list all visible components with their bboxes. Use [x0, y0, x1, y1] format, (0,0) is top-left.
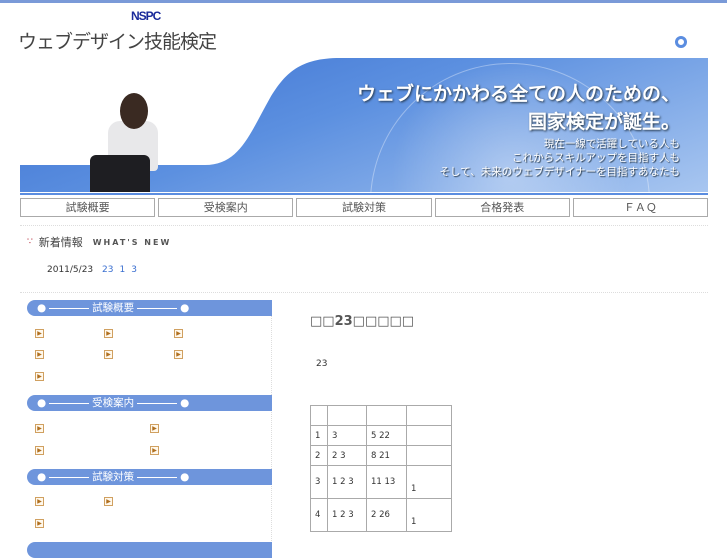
section-next[interactable]: [27, 542, 272, 558]
table-row: 31 2 3 11 13 1: [310, 465, 452, 499]
circle-icon: [675, 36, 687, 48]
table-row: 41 2 32 26 1: [310, 498, 452, 532]
section-application-guide[interactable]: ● 受検案内 ●: [27, 395, 272, 411]
arrow-link-icon[interactable]: ▶: [104, 497, 113, 506]
arrow-link-icon[interactable]: ▶: [35, 372, 44, 381]
arrow-link-icon[interactable]: ▶: [35, 329, 44, 338]
news-link[interactable]: 3: [131, 265, 137, 275]
table-row: 22 38 21: [310, 445, 452, 466]
banner-subtext: 現在一線で活躍している人も これからスキルアップを目指す人も そして、未来のウェブデ…: [439, 138, 680, 178]
nav-exam-overview[interactable]: 試験概要: [20, 198, 156, 217]
hero-banner: ウェブにかかわる全ての人のための、 国家検定が誕生。 現在一線で活躍している人もこ…: [20, 53, 708, 192]
divider: [20, 292, 708, 293]
arrow-link-icon[interactable]: ▶: [35, 350, 44, 359]
arrow-link-icon[interactable]: ▶: [35, 519, 44, 528]
table-row: 135 22: [310, 425, 452, 446]
arrow-link-icon[interactable]: ▶: [174, 350, 183, 359]
arrow-link-icon[interactable]: ▶: [104, 329, 113, 338]
businesswoman-image: [80, 93, 160, 192]
news-heading: ∵ 新着情報 WHAT'S NEW: [27, 236, 172, 249]
nspc-logo[interactable]: NSPC: [131, 9, 161, 23]
arrow-link-icon[interactable]: ▶: [150, 446, 159, 455]
arrow-link-icon[interactable]: ▶: [35, 424, 44, 433]
arrow-link-icon[interactable]: ▶: [150, 424, 159, 433]
news-item: 2011/5/23 23 1 3: [47, 265, 137, 275]
nav-exam-prep[interactable]: 試験対策: [296, 198, 432, 217]
arrow-link-icon[interactable]: ▶: [104, 350, 113, 359]
arrow-link-icon[interactable]: ▶: [35, 446, 44, 455]
main-nav: 試験概要 受検案内 試験対策 合格発表 ＦＡＱ: [20, 198, 709, 217]
news-link[interactable]: 23: [102, 265, 113, 275]
article-text: 23: [316, 359, 328, 369]
divider: [20, 193, 708, 195]
news-link[interactable]: 1: [119, 265, 125, 275]
table-row: [310, 405, 452, 426]
arrow-link-icon[interactable]: ▶: [174, 329, 183, 338]
banner-headline: ウェブにかかわる全ての人のための、 国家検定が誕生。: [356, 83, 680, 133]
article-title: □□23□□□□□: [310, 314, 415, 329]
sidebar: ● 試験概要 ● ▶ ▶ ▶ ▶ ▶ ▶ ▶ ● 受検案内 ● ▶ ▶ ▶ ▶ ● 試験対…: [20, 300, 272, 558]
divider: [20, 225, 708, 226]
bullet-icon: ∵: [27, 237, 33, 247]
schedule-table: 135 22 22 38 21 31 2 3 11 13 1 41 2 32 26 1: [310, 405, 452, 532]
section-exam-overview[interactable]: ● 試験概要 ●: [27, 300, 272, 316]
arrow-link-icon[interactable]: ▶: [35, 497, 44, 506]
site-title[interactable]: ウェブデザイン技能検定: [18, 27, 217, 54]
nav-application-guide[interactable]: 受検案内: [158, 198, 294, 217]
section-exam-prep[interactable]: ● 試験対策 ●: [27, 469, 272, 485]
top-bar: [0, 0, 727, 3]
nav-results[interactable]: 合格発表: [434, 198, 570, 217]
nav-faq[interactable]: ＦＡＱ: [572, 198, 709, 217]
